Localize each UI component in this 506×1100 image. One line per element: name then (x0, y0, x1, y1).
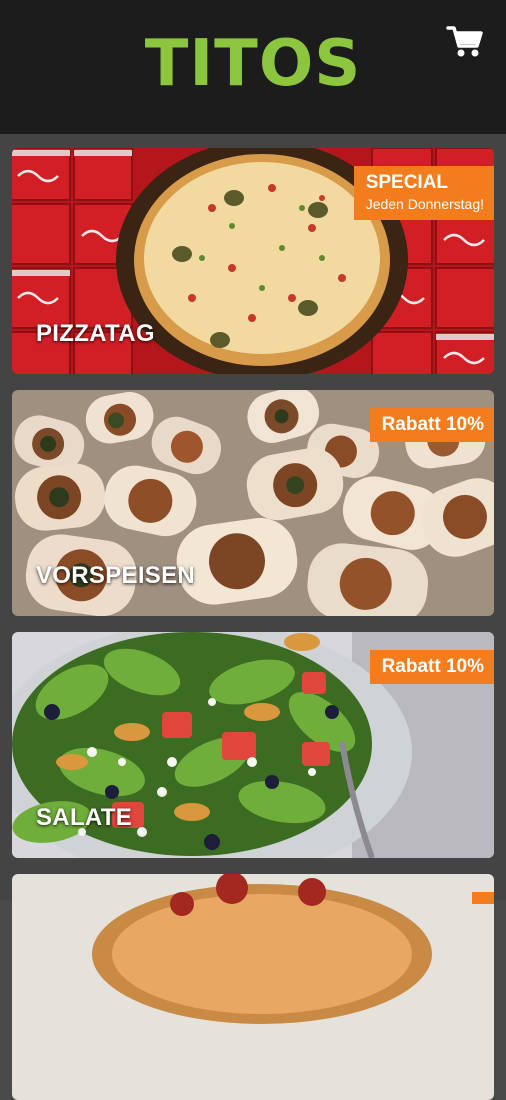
badge-title: Rabatt 10% (381, 414, 484, 435)
special-badge: SPECIAL Jeden Donnerstag! (353, 166, 494, 220)
discount-badge: Rabatt 10% (369, 650, 494, 684)
category-card-pizza[interactable] (12, 874, 494, 1100)
category-card-pizzatag[interactable]: SPECIAL Jeden Donnerstag! PIZZATAG (12, 148, 494, 374)
discount-badge: Rabatt 10% (369, 408, 494, 442)
category-label: VORSPEISEN (36, 562, 196, 589)
category-list: SPECIAL Jeden Donnerstag! PIZZATAG Rabat… (0, 134, 506, 1100)
category-card-vorspeisen[interactable]: Rabatt 10% VORSPEISEN (12, 390, 494, 616)
app-header: TITOS (0, 0, 506, 134)
category-card-salate[interactable]: Rabatt 10% SALATE (12, 632, 494, 858)
badge-title: SPECIAL (365, 172, 449, 193)
badge-subtitle: Jeden Donnerstag! (365, 196, 484, 212)
cart-icon[interactable] (446, 24, 484, 60)
category-label: PIZZATAG (36, 320, 155, 347)
badge-title: Rabatt 10% (381, 656, 484, 677)
pizza-photo-partial (12, 874, 494, 1100)
titos-logo[interactable]: TITOS (0, 28, 506, 100)
discount-badge (472, 892, 494, 904)
category-label: SALATE (36, 804, 133, 831)
